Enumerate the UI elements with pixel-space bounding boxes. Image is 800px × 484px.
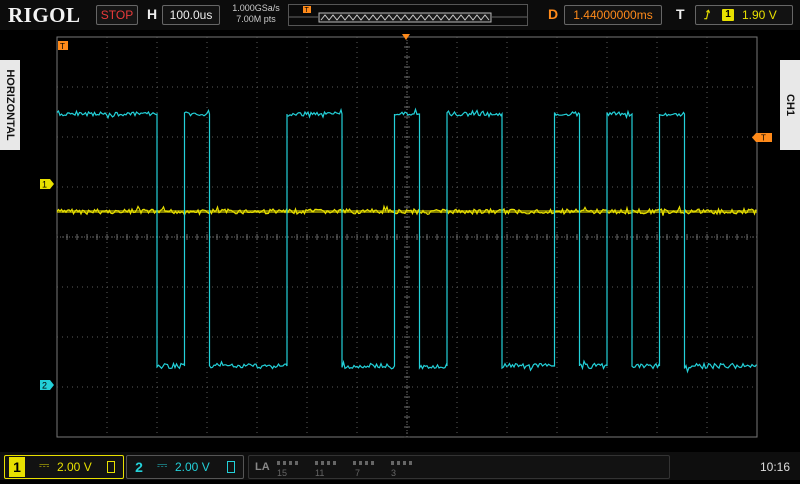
delay-value[interactable]: 1.44000000ms <box>564 5 662 25</box>
sample-rate: 1.000GSa/s <box>232 3 280 13</box>
memory-trigger-marker: T <box>303 6 311 14</box>
la-group-11: 11 <box>315 468 325 478</box>
la-group-3: 3 <box>391 468 397 478</box>
trigger-source-badge: 1 <box>722 9 734 21</box>
horizontal-tab-label: HORIZONTAL <box>4 69 16 141</box>
rising-edge-icon: ⭜ <box>704 8 711 22</box>
memory-overview-graphic: T <box>289 6 527 23</box>
logic-analyzer-setting[interactable]: LA 15 11 7 3 <box>248 455 670 479</box>
svg-text:T: T <box>761 134 766 143</box>
svg-text:2: 2 <box>42 381 47 391</box>
la-channel-indicators <box>277 461 412 465</box>
la-group-15: 15 <box>277 468 288 478</box>
clock: 10:16 <box>760 460 791 474</box>
top-status-bar: RIGOL STOP H 100.0us 1.000GSa/s 7.00M pt… <box>0 0 800 30</box>
waveform-display: T T 1 2 <box>40 34 772 438</box>
bandwidth-icon <box>107 461 115 473</box>
timebase-value[interactable]: 100.0us <box>162 5 220 25</box>
svg-text:T: T <box>305 7 310 14</box>
trigger-level: 1.90 V <box>742 8 777 22</box>
ch1-setting[interactable]: 1 ⎓ 2.00 V <box>4 455 124 479</box>
ch2-scale: 2.00 V <box>175 460 210 474</box>
svg-text:T: T <box>60 42 65 51</box>
channel-tab-label: CH1 <box>784 93 796 117</box>
memory-overview[interactable]: T <box>288 4 528 26</box>
la-label: LA <box>255 461 270 473</box>
channel-tab[interactable]: CH1 <box>780 60 800 150</box>
run-stop-status[interactable]: STOP <box>96 5 138 25</box>
dc-coupling-icon: ⎓ <box>39 457 50 472</box>
horizontal-label: H <box>147 6 158 22</box>
trigger-label: T <box>676 6 685 22</box>
waveform-screen: T T 1 2 HORIZONTAL CH1 <box>0 30 800 452</box>
delay-label: D <box>548 6 559 22</box>
bottom-channel-bar: 1 ⎓ 2.00 V 2 ⎓ 2.00 V LA 15 11 7 3 10:16 <box>0 452 800 480</box>
acquisition-info: 1.000GSa/s 7.00M pts <box>226 3 286 25</box>
trigger-level-marker[interactable]: T <box>752 133 772 143</box>
ch1-scale: 2.00 V <box>57 460 92 474</box>
horizontal-tab[interactable]: HORIZONTAL <box>0 60 20 150</box>
ch2-number: 2 <box>135 459 143 475</box>
brand-logo: RIGOL <box>8 3 81 27</box>
memory-depth: 7.00M pts <box>236 14 276 24</box>
la-group-7: 7 <box>355 468 361 478</box>
ch2-setting[interactable]: 2 ⎓ 2.00 V <box>126 455 244 479</box>
ch1-number: 1 <box>9 457 25 477</box>
dc-coupling-icon: ⎓ <box>157 457 168 472</box>
trigger-settings[interactable]: ⭜ 1 1.90 V <box>695 5 793 25</box>
trigger-marker-left[interactable]: T <box>58 41 68 51</box>
graticule <box>56 36 758 438</box>
bandwidth-icon <box>227 461 235 473</box>
ch2-offset-marker[interactable]: 2 <box>40 380 54 391</box>
ch1-offset-marker[interactable]: 1 <box>40 179 54 190</box>
svg-text:1: 1 <box>42 180 47 190</box>
